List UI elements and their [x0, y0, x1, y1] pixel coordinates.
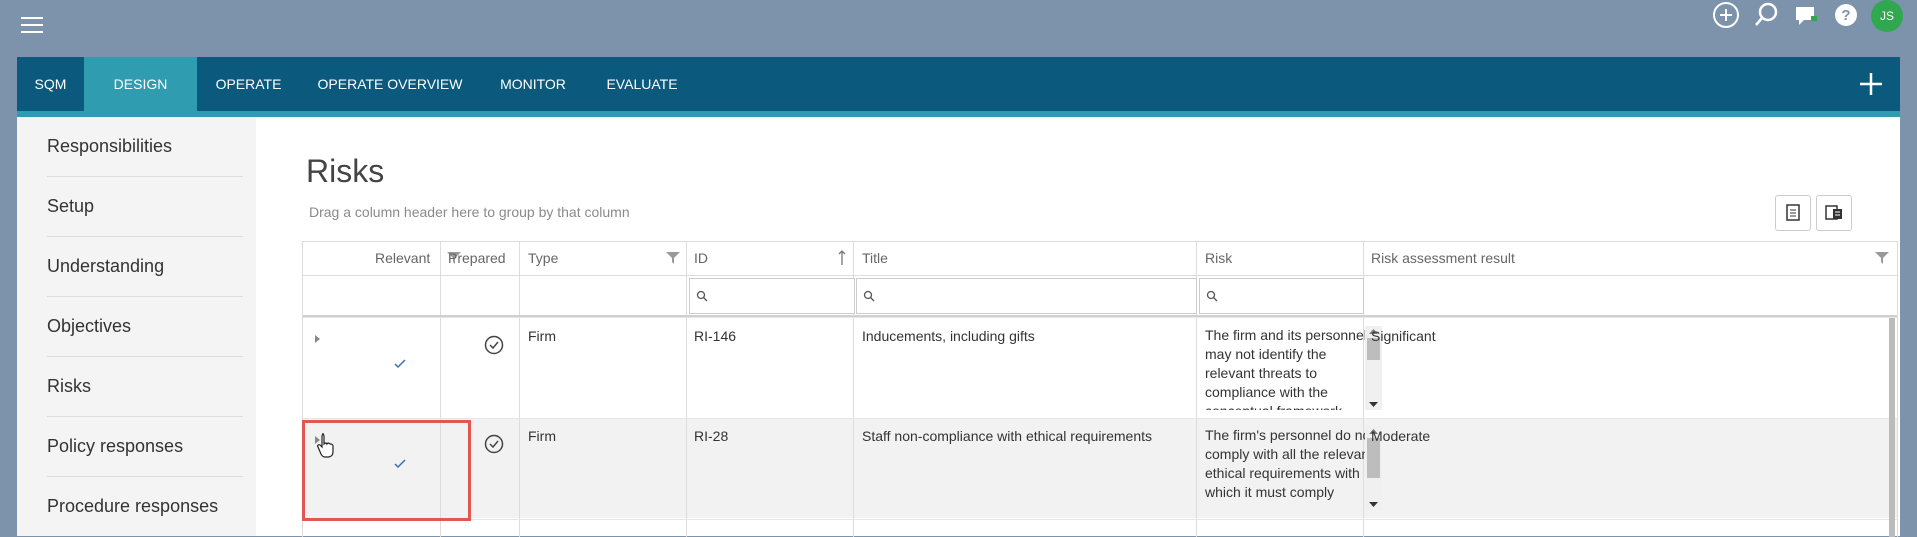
- header-relevant[interactable]: Relevant: [375, 242, 430, 275]
- cell-risk: The firm's personnel do not comply with …: [1205, 427, 1375, 500]
- sidebar-item-objectives[interactable]: Objectives: [47, 297, 243, 357]
- sidebar-item-understanding[interactable]: Understanding: [47, 237, 243, 297]
- header-risk-assessment-result[interactable]: Risk assessment result: [1371, 242, 1515, 275]
- chat-icon[interactable]: [1791, 0, 1821, 30]
- highlight-box: [302, 420, 471, 521]
- tab-design[interactable]: DESIGN: [84, 57, 197, 111]
- main-nav: SQM DESIGN OPERATE OPERATE OVERVIEW MONI…: [17, 57, 1900, 117]
- table-row[interactable]: [303, 317, 1897, 318]
- expand-row-icon[interactable]: [315, 330, 321, 348]
- add-tab-icon[interactable]: [1858, 71, 1884, 97]
- row-divider: [303, 418, 1897, 419]
- user-avatar[interactable]: JS: [1871, 0, 1903, 32]
- column-chooser-button[interactable]: [1816, 195, 1852, 231]
- cell-id: RI-28: [694, 428, 729, 444]
- sort-ascending-icon[interactable]: [838, 250, 846, 271]
- page-title: Risks: [306, 153, 385, 189]
- header-prepared[interactable]: Prepared: [448, 242, 506, 275]
- id-filter-input[interactable]: [689, 278, 855, 314]
- tab-sqm[interactable]: SQM: [17, 57, 84, 111]
- cell-title: Staff non-compliance with ethical requir…: [862, 428, 1153, 444]
- help-icon[interactable]: ?: [1831, 0, 1861, 30]
- risks-grid: Relevant Prepared Type ID Title Risk Ris…: [302, 241, 1898, 537]
- filter-icon[interactable]: [666, 251, 680, 270]
- sidebar: Responsibilities Setup Understanding Obj…: [17, 117, 256, 536]
- top-bar: ? JS: [0, 0, 1917, 56]
- sidebar-item-risks[interactable]: Risks: [47, 357, 243, 417]
- tab-operate-overview[interactable]: OPERATE OVERVIEW: [300, 57, 480, 111]
- prepared-check-circle-icon: [484, 434, 504, 459]
- cell-risk: The firm and its personnel may not ident…: [1205, 327, 1367, 410]
- svg-text:?: ?: [1841, 7, 1850, 24]
- tab-evaluate[interactable]: EVALUATE: [586, 57, 698, 111]
- cell-id: RI-146: [694, 328, 737, 344]
- header-type[interactable]: Type: [528, 242, 558, 275]
- search-icon: [863, 290, 875, 302]
- title-filter-input[interactable]: [856, 278, 1197, 314]
- sidebar-item-policy-responses[interactable]: Policy responses: [47, 417, 243, 477]
- group-by-hint: Drag a column header here to group by th…: [309, 204, 630, 220]
- risk-filter-input[interactable]: [1199, 278, 1364, 314]
- row-divider: [303, 519, 1897, 520]
- sidebar-item-setup[interactable]: Setup: [47, 177, 243, 237]
- cell-title: Inducements, including gifts: [862, 328, 1035, 344]
- filter-icon[interactable]: [1875, 251, 1889, 270]
- tab-operate[interactable]: OPERATE: [197, 57, 300, 111]
- grid-scrollbar[interactable]: [1889, 318, 1895, 537]
- search-icon: [696, 290, 708, 302]
- hamburger-menu-icon[interactable]: [21, 17, 43, 35]
- export-excel-button[interactable]: [1775, 195, 1811, 231]
- search-icon[interactable]: [1751, 0, 1781, 30]
- search-icon: [1206, 290, 1218, 302]
- prepared-check-circle-icon: [484, 335, 504, 360]
- relevant-check-icon[interactable]: [394, 356, 406, 374]
- header-divider: [303, 275, 1897, 276]
- sidebar-item-procedure-responses[interactable]: Procedure responses: [47, 477, 243, 536]
- add-circle-icon[interactable]: [1711, 0, 1741, 30]
- cell-type: Firm: [528, 428, 556, 444]
- cell-type: Firm: [528, 328, 556, 344]
- column-type: [520, 242, 687, 537]
- cell-risk-assessment-result: Moderate: [1371, 428, 1431, 444]
- header-risk[interactable]: Risk: [1205, 242, 1232, 275]
- header-title[interactable]: Title: [862, 242, 888, 275]
- cell-risk-assessment-result: Significant: [1371, 328, 1436, 344]
- main-content: Risks Drag a column header here to group…: [256, 117, 1900, 537]
- tab-monitor[interactable]: MONITOR: [480, 57, 586, 111]
- sidebar-item-responsibilities[interactable]: Responsibilities: [47, 117, 243, 177]
- header-id[interactable]: ID: [694, 242, 708, 275]
